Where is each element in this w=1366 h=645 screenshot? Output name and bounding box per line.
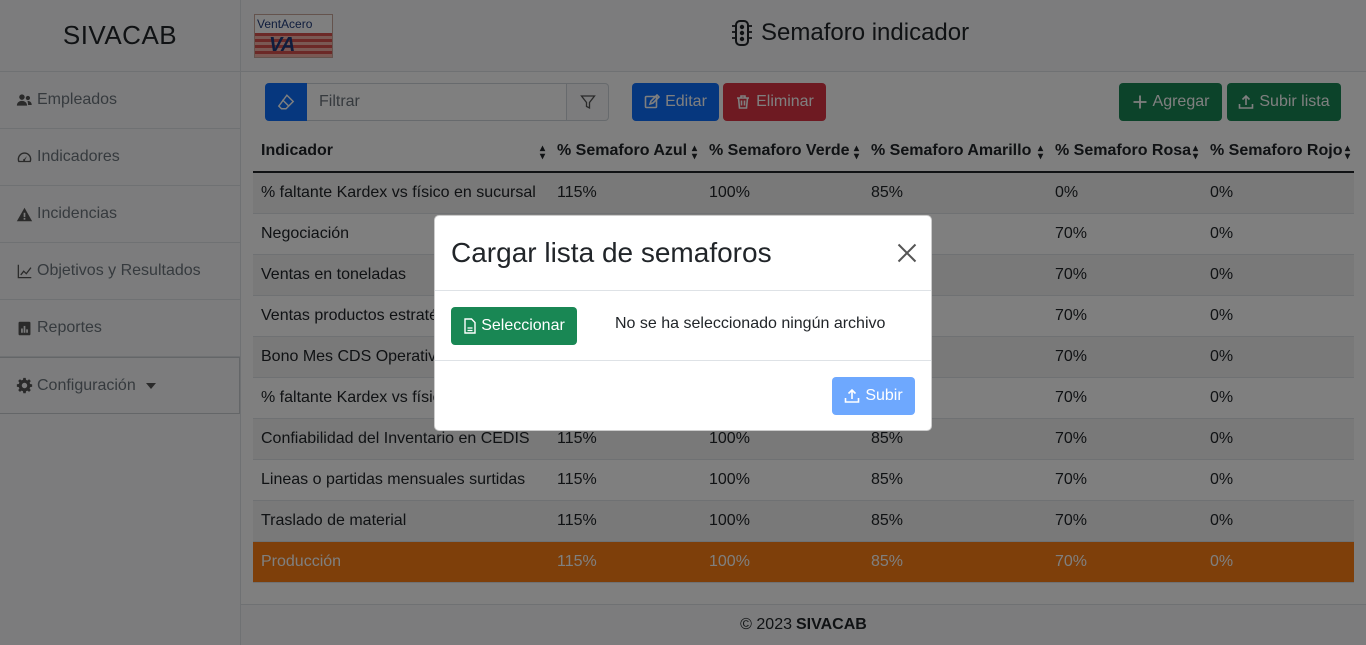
close-icon[interactable] xyxy=(897,243,917,263)
select-file-button[interactable]: Seleccionar xyxy=(451,307,577,345)
file-icon xyxy=(464,318,476,334)
file-status-text: No se ha seleccionado ningún archivo xyxy=(615,315,886,332)
submit-upload-label: Subir xyxy=(865,387,903,404)
modal-title: Cargar lista de semaforos xyxy=(451,237,772,268)
upload-modal: Cargar lista de semaforos Seleccionar No… xyxy=(434,215,932,431)
select-file-label: Seleccionar xyxy=(481,317,565,334)
submit-upload-button[interactable]: Subir xyxy=(832,377,915,415)
modal-header: Cargar lista de semaforos xyxy=(435,216,931,291)
upload-icon xyxy=(845,388,860,403)
modal-body: Seleccionar No se ha seleccionado ningún… xyxy=(435,291,931,361)
